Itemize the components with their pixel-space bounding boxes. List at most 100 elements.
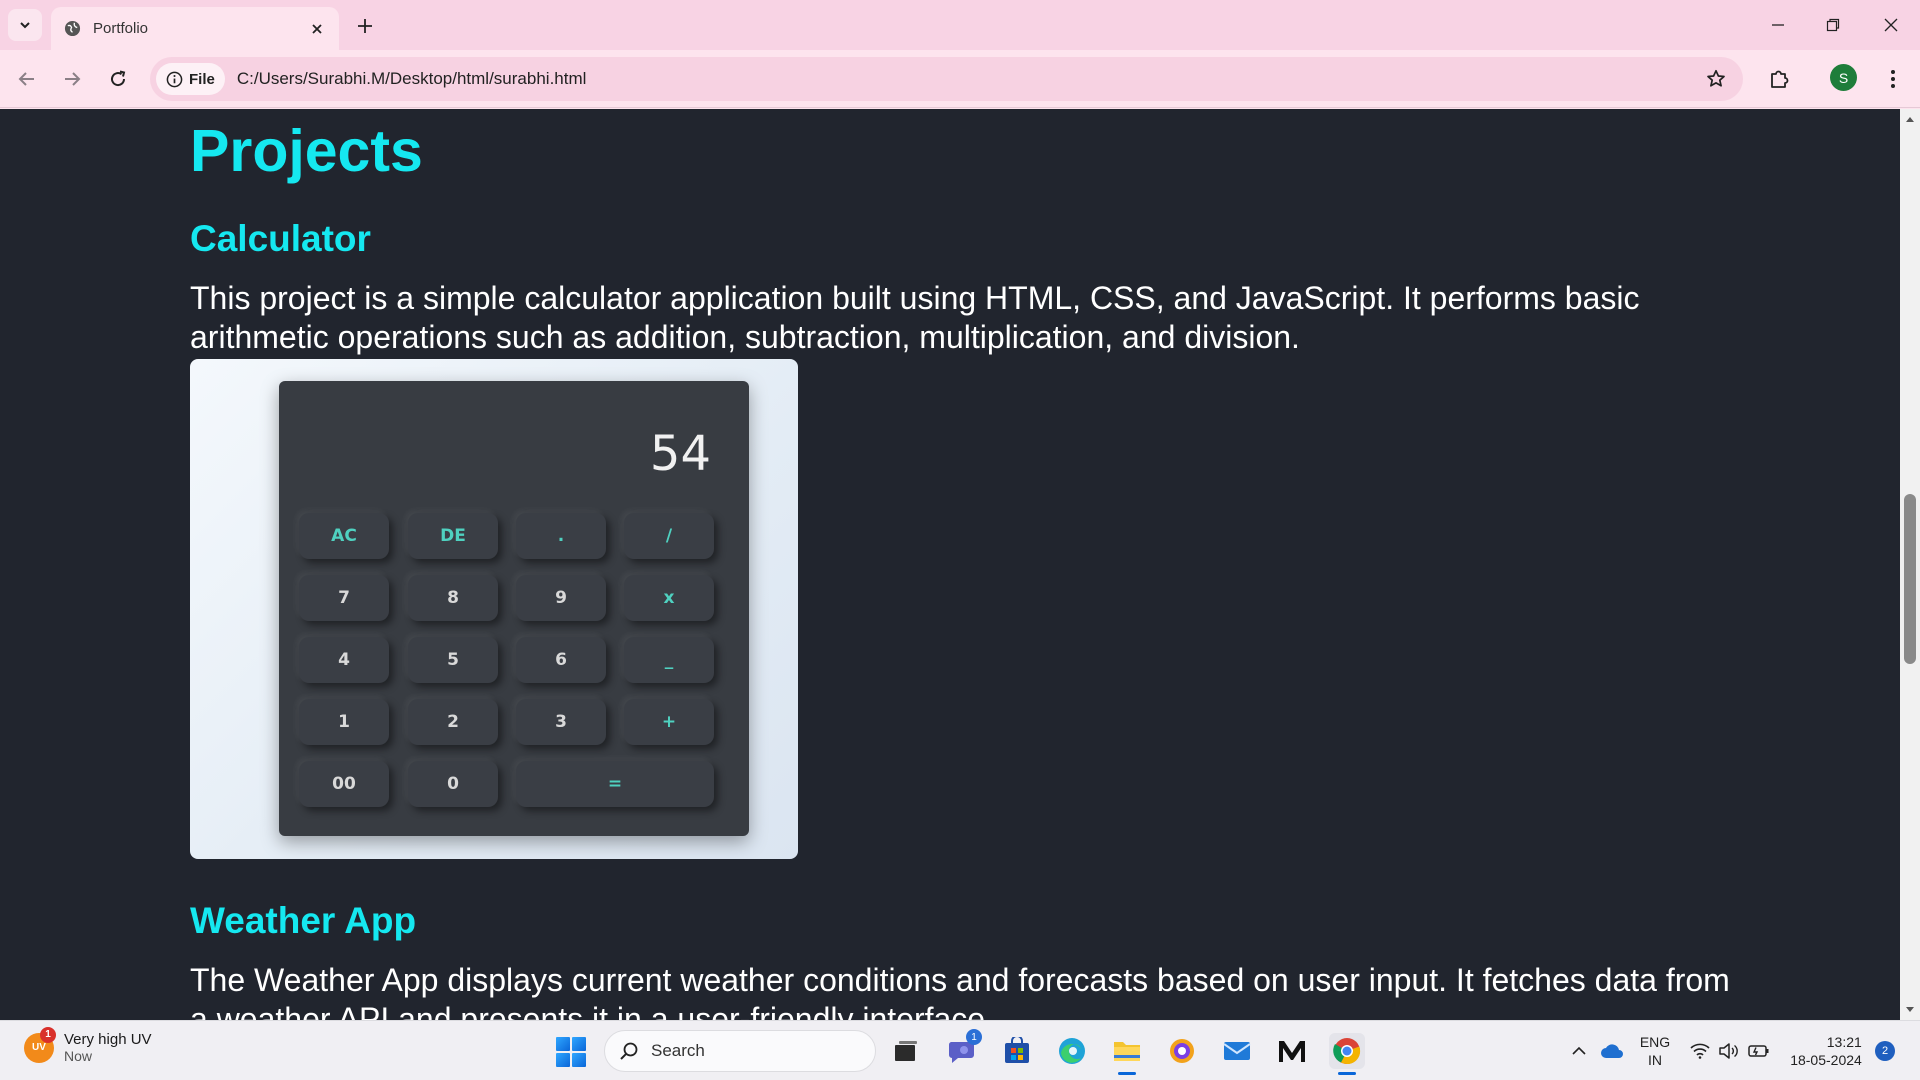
calc-key: 9 (516, 575, 606, 621)
windows-logo-icon (556, 1037, 570, 1051)
battery-icon (1748, 1045, 1769, 1057)
file-explorer-button[interactable] (1109, 1033, 1145, 1075)
plus-icon (358, 19, 372, 33)
calc-key: = (516, 761, 714, 807)
minimize-button[interactable] (1758, 10, 1798, 40)
calculator-screenshot: 54 AC DE . / 7 8 9 x 4 5 6 _ 1 2 3 + 00 … (190, 359, 798, 859)
forward-button[interactable] (58, 65, 86, 93)
cloud-icon (1601, 1044, 1623, 1058)
close-tab-icon[interactable] (307, 19, 327, 39)
start-button[interactable] (556, 1037, 586, 1067)
calc-key: 2 (408, 699, 498, 745)
calculator-body: 54 AC DE . / 7 8 9 x 4 5 6 _ 1 2 3 + 00 … (279, 381, 749, 836)
calc-key: + (624, 699, 714, 745)
mail-icon (1223, 1042, 1251, 1060)
medium-app-button[interactable] (1274, 1033, 1310, 1069)
search-icon (620, 1042, 638, 1060)
close-window-button[interactable] (1871, 10, 1911, 40)
volume-tray-icon[interactable] (1714, 1021, 1742, 1080)
language-line2: IN (1648, 1052, 1662, 1068)
taskbar-search[interactable]: Search (604, 1030, 876, 1072)
reload-icon (111, 70, 126, 87)
calc-key: 00 (299, 761, 389, 807)
calc-key: DE (408, 513, 498, 559)
calc-key: 0 (408, 761, 498, 807)
restore-button[interactable] (1813, 10, 1853, 40)
browser-menu-button[interactable] (1880, 63, 1906, 95)
arrow-left-icon (18, 72, 34, 86)
page-scrollbar[interactable] (1900, 109, 1920, 1020)
weather-app-heading: Weather App (190, 900, 417, 941)
speaker-icon (1719, 1043, 1738, 1059)
taskbar: UV 1 Very high UV Now Search 1 ENG IN 13… (0, 1020, 1920, 1080)
tab-search-button[interactable] (8, 9, 42, 41)
notification-center-button[interactable]: 2 (1873, 1021, 1897, 1080)
task-view-button[interactable] (888, 1033, 924, 1069)
new-tab-button[interactable] (352, 13, 378, 39)
address-bar[interactable]: File C:/Users/Surabhi.M/Desktop/html/sur… (150, 57, 1743, 101)
notification-badge: 2 (1875, 1041, 1895, 1061)
globe-icon (63, 20, 81, 38)
calc-key: 1 (299, 699, 389, 745)
microsoft-store-button[interactable] (999, 1033, 1035, 1069)
edge-browser-button[interactable] (1054, 1033, 1090, 1069)
calculator-display: 54 (649, 426, 711, 482)
copilot-button[interactable] (1164, 1033, 1200, 1069)
extensions-button[interactable] (1763, 63, 1795, 95)
scroll-down-arrow-icon[interactable] (1900, 1002, 1920, 1018)
edge-icon (1059, 1038, 1085, 1064)
info-icon (166, 71, 183, 87)
teams-chat-button[interactable]: 1 (944, 1029, 982, 1069)
language-indicator[interactable]: ENG IN (1630, 1021, 1680, 1080)
tab-portfolio[interactable]: Portfolio (51, 7, 339, 50)
bookmark-star-icon[interactable] (1699, 62, 1733, 96)
chevron-up-icon (1572, 1046, 1586, 1055)
task-view-icon (895, 1041, 917, 1061)
profile-avatar[interactable]: S (1830, 64, 1857, 91)
scroll-up-arrow-icon[interactable] (1900, 111, 1920, 127)
medium-logo-icon (1279, 1041, 1305, 1062)
uv-icon-text: UV (32, 1042, 46, 1053)
store-icon (1005, 1037, 1029, 1063)
chevron-down-icon (20, 22, 30, 29)
calc-key: / (624, 513, 714, 559)
chat-badge: 1 (966, 1029, 982, 1045)
scrollbar-thumb[interactable] (1904, 494, 1916, 664)
reload-button[interactable] (104, 65, 132, 93)
battery-tray-icon[interactable] (1745, 1021, 1773, 1080)
weather-title: Very high UV (64, 1031, 152, 1048)
tab-title: Portfolio (93, 20, 149, 37)
weather-subtitle: Now (64, 1048, 93, 1064)
calc-key: 7 (299, 575, 389, 621)
mail-button[interactable] (1219, 1033, 1255, 1069)
copilot-icon (1170, 1039, 1194, 1063)
clock-date: 18-05-2024 (1790, 1052, 1862, 1068)
chrome-browser-button[interactable] (1329, 1033, 1365, 1075)
projects-heading: Projects (190, 118, 423, 184)
system-clock[interactable]: 13:21 18-05-2024 (1784, 1021, 1868, 1080)
search-label: Search (651, 1041, 705, 1060)
close-icon (1884, 18, 1898, 32)
onedrive-tray-icon[interactable] (1597, 1021, 1627, 1080)
folder-icon (1114, 1042, 1140, 1061)
browser-toolbar: File C:/Users/Surabhi.M/Desktop/html/sur… (0, 50, 1920, 108)
clock-time: 13:21 (1826, 1034, 1862, 1050)
chrome-icon (1333, 1038, 1361, 1065)
wifi-tray-icon[interactable] (1686, 1021, 1714, 1080)
calc-key: . (516, 513, 606, 559)
show-hidden-icons-button[interactable] (1567, 1021, 1591, 1080)
puzzle-icon (1771, 70, 1789, 88)
restore-icon (1826, 18, 1840, 32)
calc-key: 3 (516, 699, 606, 745)
calc-key: 4 (299, 637, 389, 683)
calc-key: 5 (408, 637, 498, 683)
weather-widget[interactable]: UV 1 Very high UV Now (24, 1026, 152, 1064)
calc-key: 8 (408, 575, 498, 621)
url-text[interactable]: C:/Users/Surabhi.M/Desktop/html/surabhi.… (237, 69, 1699, 89)
site-info-chip[interactable]: File (156, 63, 225, 95)
language-line1: ENG (1639, 1034, 1671, 1050)
wifi-icon (1690, 1043, 1710, 1059)
back-button[interactable] (13, 65, 41, 93)
arrow-right-icon (65, 72, 81, 86)
uv-icon: UV 1 (24, 1026, 56, 1063)
